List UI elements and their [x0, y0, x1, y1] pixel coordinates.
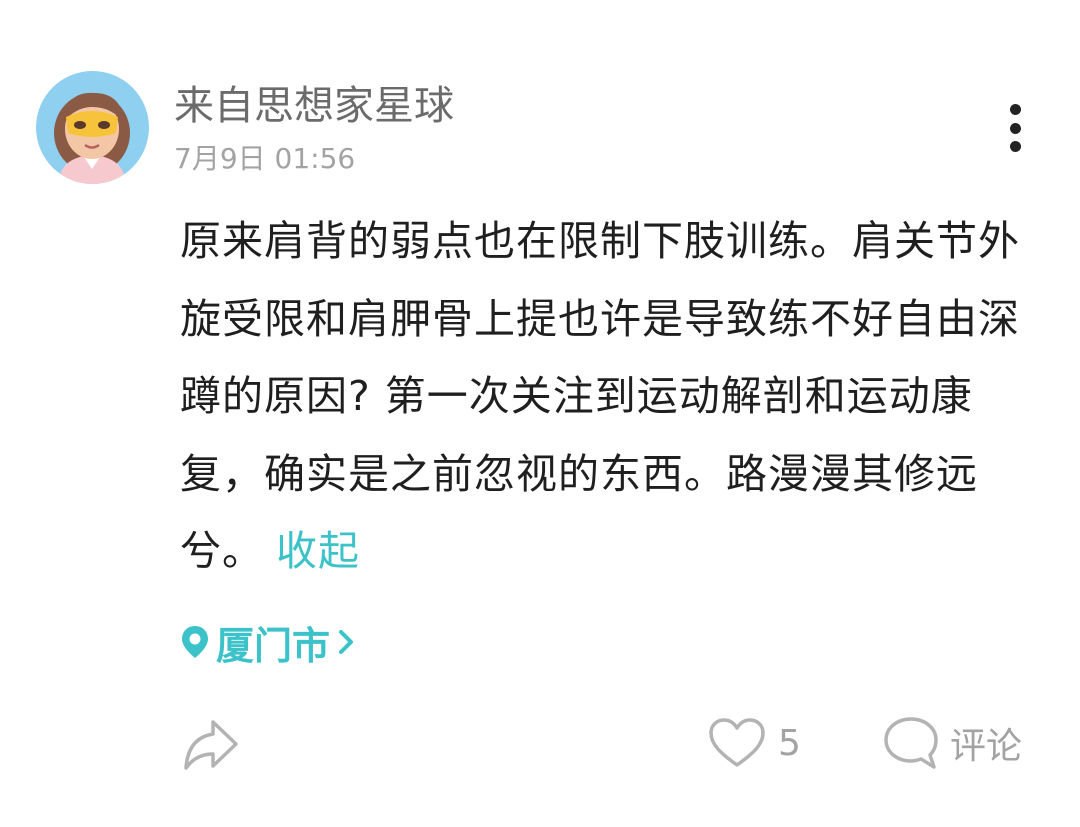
heart-icon: [709, 718, 765, 767]
location-name: 厦门市: [216, 623, 331, 668]
more-vertical-icon-dot: [1009, 122, 1021, 134]
more-vertical-icon: [1009, 104, 1021, 115]
chevron-right-icon: [339, 630, 354, 654]
share-icon: [184, 720, 238, 770]
post-content: 原来肩背的弱点也在限制下肢训练。肩关节外旋受限和肩胛骨上提也许是导致练不好自由深…: [180, 203, 1040, 591]
action-bar: 5 评论: [0, 704, 1080, 784]
more-options-button[interactable]: [995, 104, 1035, 152]
like-button[interactable]: 5: [708, 712, 801, 774]
author-name[interactable]: 来自思想家星球: [174, 80, 454, 132]
avatar[interactable]: [36, 71, 149, 184]
avatar-illustration: [54, 92, 130, 184]
more-vertical-icon-dot: [1009, 141, 1021, 152]
post-text: 原来肩背的弱点也在限制下肢训练。肩关节外旋受限和肩胛骨上提也许是导致练不好自由深…: [180, 217, 1020, 575]
comment-bubble-icon: [884, 717, 938, 769]
post-timestamp: 7月9日 01:56: [174, 142, 356, 175]
post-card: 来自思想家星球 7月9日 01:56 原来肩背的弱点也在限制下肢训练。肩关节外旋…: [0, 0, 1080, 827]
share-button[interactable]: [180, 712, 242, 774]
collapse-link[interactable]: 收起: [276, 527, 360, 575]
like-count: 5: [778, 722, 801, 764]
location-tag[interactable]: 厦门市: [180, 614, 354, 670]
comment-button[interactable]: 评论: [882, 712, 1022, 774]
location-pin-icon: [182, 626, 208, 658]
comment-label: 评论: [950, 726, 1023, 767]
